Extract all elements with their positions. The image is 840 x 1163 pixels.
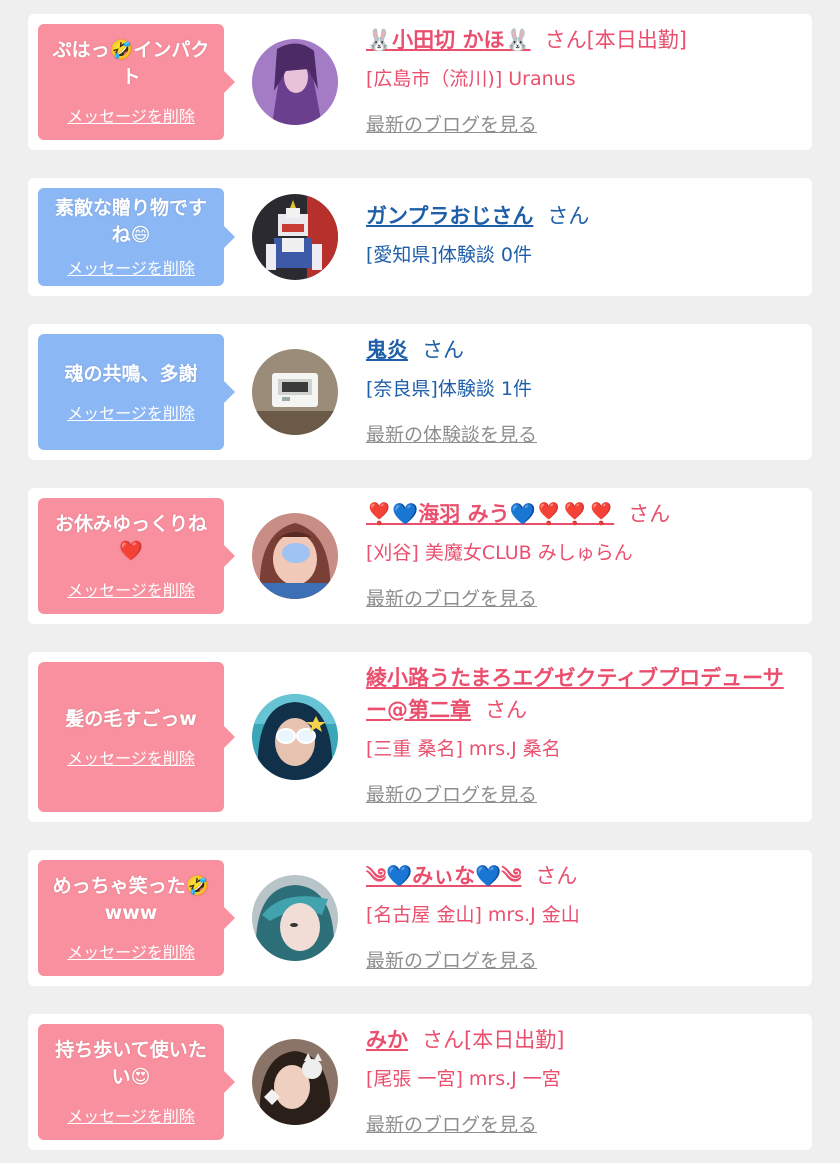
latest-blog-link[interactable]: 最新のブログを見る: [366, 946, 537, 973]
delete-message-link[interactable]: メッセージを削除: [67, 1103, 195, 1127]
user-name-link[interactable]: 鬼炎: [366, 338, 408, 362]
honorific-label: さん[本日出勤]: [422, 1028, 565, 1052]
avatar-photo: [252, 349, 338, 435]
avatar-photo: [252, 194, 338, 280]
message-card: 魂の共鳴、多謝 メッセージを削除 鬼炎 さん [奈良県]体験談 1件 最新の体験談…: [28, 324, 812, 460]
user-name-link[interactable]: みか: [366, 1028, 408, 1052]
message-text: 持ち歩いて使いたい😍: [55, 1039, 207, 1088]
message-bubble: 髪の毛すごっw メッセージを削除: [38, 662, 235, 812]
review-count: [愛知県]体験談 0件: [366, 244, 532, 266]
honorific-label: さん[本日出勤]: [544, 28, 687, 52]
message-card: 髪の毛すごっw メッセージを削除 綾小路うたまろエグゼクティブプロデューサー@第…: [28, 652, 812, 822]
name-line: 鬼炎 さん: [366, 334, 798, 366]
user-info: 綾小路うたまろエグゼクティブプロデューサー@第二章 さん [三重 桑名] mrs.…: [366, 662, 798, 807]
message-card: 素敵な贈り物ですね😄 メッセージを削除 ガンプラおじさん さん [愛知県]体験談 …: [28, 178, 812, 296]
message-text: ぷはっ🤣インパクト: [52, 39, 210, 88]
name-line: 綾小路うたまろエグゼクティブプロデューサー@第二章 さん: [366, 662, 798, 726]
name-line: 🐰小田切 かほ🐰 さん[本日出勤]: [366, 24, 798, 56]
message-bubble: めっちゃ笑った🤣www メッセージを削除: [38, 860, 235, 976]
shop-info: [広島市（流川)] Uranus: [366, 68, 576, 90]
name-line: みか さん[本日出勤]: [366, 1024, 798, 1056]
user-info: みか さん[本日出勤] [尾張 一宮] mrs.J 一宮 最新のブログを見る: [366, 1024, 798, 1137]
honorific-label: さん: [547, 204, 590, 228]
user-info: ༄💙みぃな💙༄ さん [名古屋 金山] mrs.J 金山 最新のブログを見る: [366, 860, 798, 973]
message-card: お休みゆっくりね❤️ メッセージを削除 ❣️💙海羽 みう💙❣️❣️❣️ さん [刈…: [28, 488, 812, 624]
message-text: 素敵な贈り物ですね😄: [54, 197, 207, 246]
message-card: 持ち歩いて使いたい😍 メッセージを削除 みか さん[本日出勤] [尾張 一宮] m…: [28, 1014, 812, 1150]
user-name-link[interactable]: 綾小路うたまろエグゼクティブプロデューサー@第二章: [366, 666, 784, 722]
message-text: 魂の共鳴、多謝: [64, 362, 198, 385]
delete-message-link[interactable]: メッセージを削除: [67, 745, 195, 769]
avatar-photo: [252, 1039, 338, 1125]
honorific-label: さん: [422, 338, 464, 362]
review-count: [奈良県]体験談 1件: [366, 378, 532, 400]
name-line: ❣️💙海羽 みう💙❣️❣️❣️ さん: [366, 498, 798, 530]
message-bubble: 持ち歩いて使いたい😍 メッセージを削除: [38, 1024, 235, 1140]
message-text: 髪の毛すごっw: [65, 707, 197, 730]
user-name-link[interactable]: ガンプラおじさん: [366, 204, 533, 228]
message-bubble: 魂の共鳴、多謝 メッセージを削除: [38, 334, 235, 450]
user-info: 鬼炎 さん [奈良県]体験談 1件 最新の体験談を見る: [366, 334, 798, 447]
latest-blog-link[interactable]: 最新のブログを見る: [366, 110, 537, 137]
message-card: ぷはっ🤣インパクト メッセージを削除 🐰小田切 かほ🐰 さん[本日出勤] [広島市…: [28, 14, 812, 150]
name-line: ༄💙みぃな💙༄ さん: [366, 860, 798, 892]
user-info: ガンプラおじさん さん [愛知県]体験談 0件: [366, 200, 798, 270]
delete-message-link[interactable]: メッセージを削除: [67, 103, 195, 127]
name-line: ガンプラおじさん さん: [366, 200, 798, 232]
avatar[interactable]: [252, 194, 338, 280]
avatar-photo: [252, 39, 338, 125]
avatar[interactable]: [252, 875, 338, 961]
avatar[interactable]: [252, 694, 338, 780]
message-text: お休みゆっくりね❤️: [54, 513, 207, 562]
message-bubble: お休みゆっくりね❤️ メッセージを削除: [38, 498, 235, 614]
shop-info: [名古屋 金山] mrs.J 金山: [366, 904, 580, 926]
latest-blog-link[interactable]: 最新のブログを見る: [366, 584, 537, 611]
shop-info: [三重 桑名] mrs.J 桑名: [366, 738, 561, 760]
latest-blog-link[interactable]: 最新のブログを見る: [366, 1110, 537, 1137]
user-info: 🐰小田切 かほ🐰 さん[本日出勤] [広島市（流川)] Uranus 最新のブログ…: [366, 24, 798, 137]
message-text: めっちゃ笑った🤣www: [52, 875, 210, 924]
honorific-label: さん: [535, 864, 578, 888]
avatar[interactable]: [252, 349, 338, 435]
user-name-link[interactable]: ❣️💙海羽 みう💙❣️❣️❣️: [366, 502, 614, 526]
avatar-photo: [252, 513, 338, 599]
message-card: めっちゃ笑った🤣www メッセージを削除 ༄💙みぃな💙༄ さん [名古屋 金山] …: [28, 850, 812, 986]
message-bubble: 素敵な贈り物ですね😄 メッセージを削除: [38, 188, 235, 286]
user-name-link[interactable]: 🐰小田切 かほ🐰: [366, 28, 531, 52]
shop-info: [刈谷] 美魔女CLUB みしゅらん: [366, 542, 633, 564]
honorific-label: さん: [628, 502, 671, 526]
message-bubble: ぷはっ🤣インパクト メッセージを削除: [38, 24, 235, 140]
delete-message-link[interactable]: メッセージを削除: [67, 400, 195, 424]
user-info: ❣️💙海羽 みう💙❣️❣️❣️ さん [刈谷] 美魔女CLUB みしゅらん 最新の…: [366, 498, 798, 611]
avatar[interactable]: [252, 1039, 338, 1125]
delete-message-link[interactable]: メッセージを削除: [67, 939, 195, 963]
delete-message-link[interactable]: メッセージを削除: [67, 255, 195, 279]
delete-message-link[interactable]: メッセージを削除: [67, 577, 195, 601]
user-name-link[interactable]: ༄💙みぃな💙༄: [366, 864, 521, 888]
avatar[interactable]: [252, 39, 338, 125]
honorific-label: さん: [485, 698, 527, 722]
latest-review-link[interactable]: 最新の体験談を見る: [366, 420, 537, 447]
avatar-photo: [252, 875, 338, 961]
shop-info: [尾張 一宮] mrs.J 一宮: [366, 1068, 561, 1090]
avatar-photo: [252, 694, 338, 780]
latest-blog-link[interactable]: 最新のブログを見る: [366, 780, 537, 807]
avatar[interactable]: [252, 513, 338, 599]
